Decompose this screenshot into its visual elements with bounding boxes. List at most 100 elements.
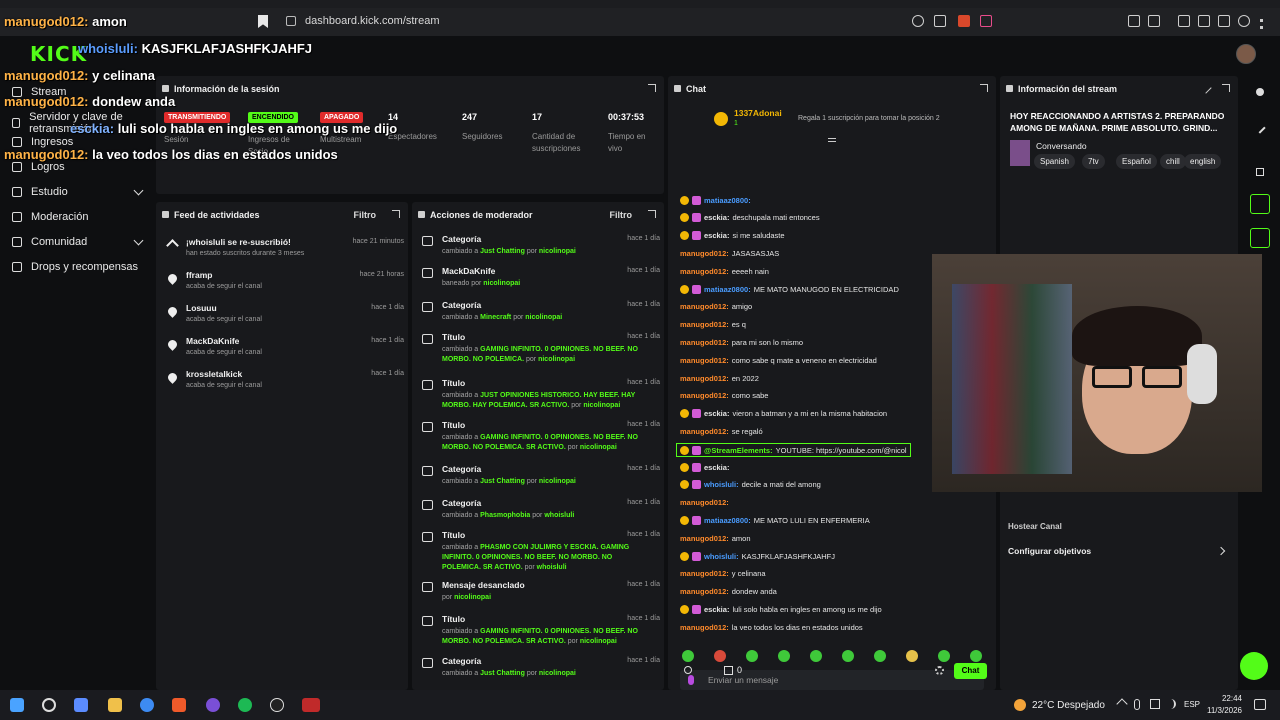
chat-username[interactable]: whoisluli: xyxy=(704,552,739,561)
sidebar-item-estudio[interactable]: Estudio xyxy=(12,186,68,198)
edge-icon[interactable] xyxy=(140,698,154,712)
mod-action-by[interactable]: nicolinopai xyxy=(539,670,576,677)
chat-username[interactable]: manugod012: xyxy=(680,374,729,383)
emote-icon[interactable] xyxy=(714,650,726,662)
info-icon[interactable] xyxy=(1256,88,1264,96)
expand-icon[interactable] xyxy=(392,210,400,218)
chat-username[interactable]: manugod012: xyxy=(680,534,729,543)
host-channel-button[interactable]: Hostear Canal xyxy=(1008,522,1062,531)
chat-username[interactable]: esckia: xyxy=(704,463,729,472)
extensions-icon[interactable] xyxy=(1128,15,1140,27)
chat-username[interactable]: manugod012: xyxy=(680,356,729,365)
emote-icon[interactable] xyxy=(682,650,694,662)
search-icon[interactable] xyxy=(42,698,56,712)
chat-username[interactable]: esckia: xyxy=(704,213,729,222)
sidebar-item-moderacion[interactable]: Moderación xyxy=(12,211,88,223)
category-name[interactable]: Conversando xyxy=(1036,141,1087,151)
mod-action-by[interactable]: nicolinopai xyxy=(525,314,562,321)
leo-icon[interactable] xyxy=(1218,15,1230,27)
windows-start-icon[interactable] xyxy=(10,698,24,712)
bookmark-icon[interactable] xyxy=(258,15,268,28)
edit-icon[interactable] xyxy=(1254,122,1266,134)
mod-action-by[interactable]: nicolinopai xyxy=(454,594,491,601)
mod-action-by[interactable]: nicolinopai xyxy=(539,478,576,485)
volume-icon[interactable] xyxy=(1166,699,1176,709)
emote-icon[interactable] xyxy=(746,650,758,662)
chat-username[interactable]: manugod012: xyxy=(680,267,729,276)
settings-icon[interactable] xyxy=(935,666,944,675)
expand-icon[interactable] xyxy=(648,84,656,92)
weather-text[interactable]: 22°C Despejado xyxy=(1032,700,1105,711)
chat-username[interactable]: manugod012: xyxy=(680,249,729,258)
clock-date[interactable]: 11/3/2026 xyxy=(1198,706,1242,715)
bolt-button[interactable] xyxy=(1250,194,1270,214)
copilot-icon[interactable] xyxy=(74,698,88,712)
chat-username[interactable]: esckia: xyxy=(704,231,729,240)
mod-action-by[interactable]: whoisluli xyxy=(544,512,574,519)
chat-username[interactable]: manugod012: xyxy=(680,427,729,436)
obs-icon[interactable] xyxy=(270,698,284,712)
clock-time[interactable]: 22:44 xyxy=(1206,694,1242,703)
pin-icon[interactable] xyxy=(828,138,836,142)
chat-username[interactable]: manugod012: xyxy=(680,587,729,596)
gift-prompt[interactable]: Regala 1 suscripción para tomar la posic… xyxy=(798,115,940,122)
chat-username[interactable]: manugod012: xyxy=(680,302,729,311)
chevron-down-icon[interactable] xyxy=(133,235,144,246)
mod-action-by[interactable]: nicolinopai xyxy=(483,280,520,287)
emote-icon[interactable] xyxy=(874,650,886,662)
sidebar-item-drops[interactable]: Drops y recompensas xyxy=(12,261,138,273)
brave-icon[interactable] xyxy=(172,698,186,712)
avatar[interactable] xyxy=(1236,44,1256,64)
send-chat-button[interactable]: Chat xyxy=(954,663,987,679)
emote-icon[interactable] xyxy=(938,650,950,662)
chat-username[interactable]: @StreamElements: xyxy=(704,446,773,455)
chat-username[interactable]: matiaaz0800: xyxy=(704,516,751,525)
vpn-icon[interactable] xyxy=(1238,15,1250,27)
mod-action-by[interactable]: nicolinopai xyxy=(539,248,576,255)
spotify-icon[interactable] xyxy=(238,698,252,712)
mod-action-by[interactable]: whoisluli xyxy=(537,564,567,571)
top-gifter-name[interactable]: 1337Adonai xyxy=(734,108,782,118)
mic-icon[interactable] xyxy=(688,675,694,685)
sidebar-item-comunidad[interactable]: Comunidad xyxy=(12,236,87,248)
chat-username[interactable]: whoisluli: xyxy=(704,480,739,489)
chevron-down-icon[interactable] xyxy=(133,185,144,196)
chevron-up-icon[interactable] xyxy=(1116,698,1128,710)
mic-icon[interactable] xyxy=(1134,699,1140,710)
wallet-icon[interactable] xyxy=(1198,15,1210,27)
support-chat-icon[interactable] xyxy=(1240,652,1268,680)
emote-icon[interactable] xyxy=(906,650,918,662)
emote-icon[interactable] xyxy=(778,650,790,662)
sidebar-item-logros[interactable]: Logros xyxy=(12,161,65,173)
emote-icon[interactable] xyxy=(970,650,982,662)
chat-username[interactable]: matiaaz0800: xyxy=(704,196,751,205)
file-explorer-icon[interactable] xyxy=(108,698,122,712)
chat-username[interactable]: matiaaz0800: xyxy=(704,285,751,294)
rewards-icon[interactable] xyxy=(980,15,992,27)
chevron-right-icon[interactable] xyxy=(1216,546,1226,556)
mod-action-by[interactable]: nicolinopai xyxy=(583,402,620,409)
network-icon[interactable] xyxy=(1150,699,1160,709)
users-icon[interactable] xyxy=(684,666,692,674)
brave-shield-icon[interactable] xyxy=(958,15,970,27)
app-icon[interactable] xyxy=(302,698,320,712)
sidebar-toggle-icon[interactable] xyxy=(1178,15,1190,27)
mod-action-by[interactable]: nicolinopai xyxy=(580,638,617,645)
expand-icon[interactable] xyxy=(1222,84,1230,92)
mod-action-by[interactable]: nicolinopai xyxy=(538,356,575,363)
url-bar[interactable]: dashboard.kick.com/stream xyxy=(305,15,440,27)
chat-username[interactable]: manugod012: xyxy=(680,623,729,632)
chat-username[interactable]: manugod012: xyxy=(680,391,729,400)
card-button[interactable] xyxy=(1250,228,1270,248)
site-info-icon[interactable] xyxy=(286,16,296,26)
notifications-icon[interactable] xyxy=(1254,699,1266,710)
chat-username[interactable]: esckia: xyxy=(704,605,729,614)
filter-button[interactable]: Filtro xyxy=(610,210,633,220)
expand-icon[interactable] xyxy=(648,210,656,218)
share-icon[interactable] xyxy=(934,15,946,27)
chat-username[interactable]: manugod012: xyxy=(680,338,729,347)
chat-username[interactable]: manugod012: xyxy=(680,569,729,578)
filter-button[interactable]: Filtro xyxy=(354,210,377,220)
emote-icon[interactable] xyxy=(810,650,822,662)
chat-username[interactable]: manugod012: xyxy=(680,320,729,329)
